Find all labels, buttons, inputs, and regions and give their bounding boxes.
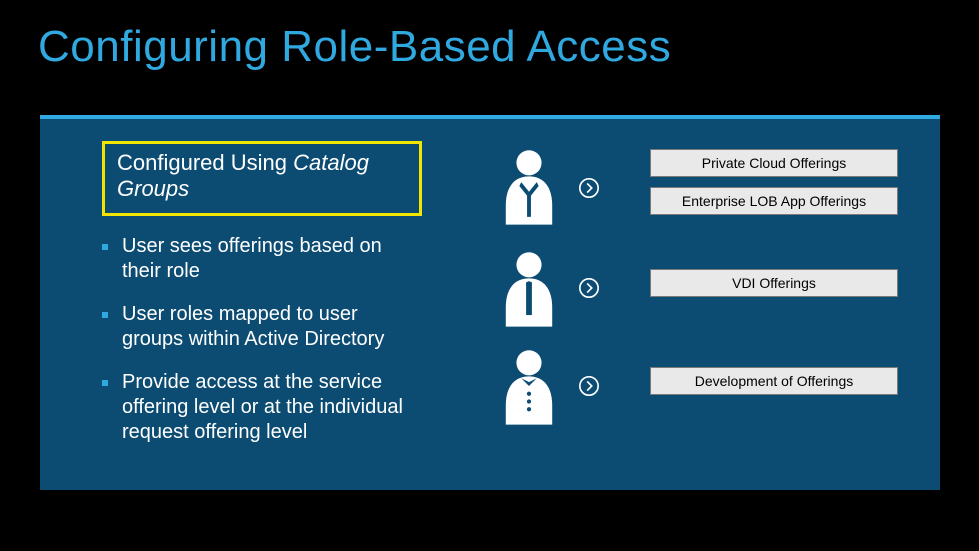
offering-enterprise-lob: Enterprise LOB App Offerings: [650, 187, 898, 215]
person-icon-manager: [500, 147, 558, 225]
bullet-item: Provide access at the service offering l…: [102, 370, 422, 445]
person-icon-business: [500, 249, 558, 327]
catalog-groups-highlight: Configured Using Catalog Groups: [102, 141, 422, 216]
offering-vdi: VDI Offerings: [650, 269, 898, 297]
bullet-list: User sees offerings based on their role …: [102, 234, 422, 445]
content-panel: Configured Using Catalog Groups User see…: [40, 115, 940, 490]
arrow-right-icon: [578, 177, 600, 199]
bullet-item: User roles mapped to user groups within …: [102, 302, 422, 352]
arrow-right-icon: [578, 277, 600, 299]
offering-private-cloud: Private Cloud Offerings: [650, 149, 898, 177]
subtitle-text: Configured Using: [117, 150, 293, 175]
offering-development: Development of Offerings: [650, 367, 898, 395]
person-icon-developer: [500, 347, 558, 425]
left-column: Configured Using Catalog Groups User see…: [102, 141, 422, 463]
arrow-right-icon: [578, 375, 600, 397]
slide-title: Configuring Role-Based Access: [0, 0, 979, 72]
bullet-item: User sees offerings based on their role: [102, 234, 422, 284]
subtitle: Configured Using Catalog Groups: [117, 150, 407, 203]
